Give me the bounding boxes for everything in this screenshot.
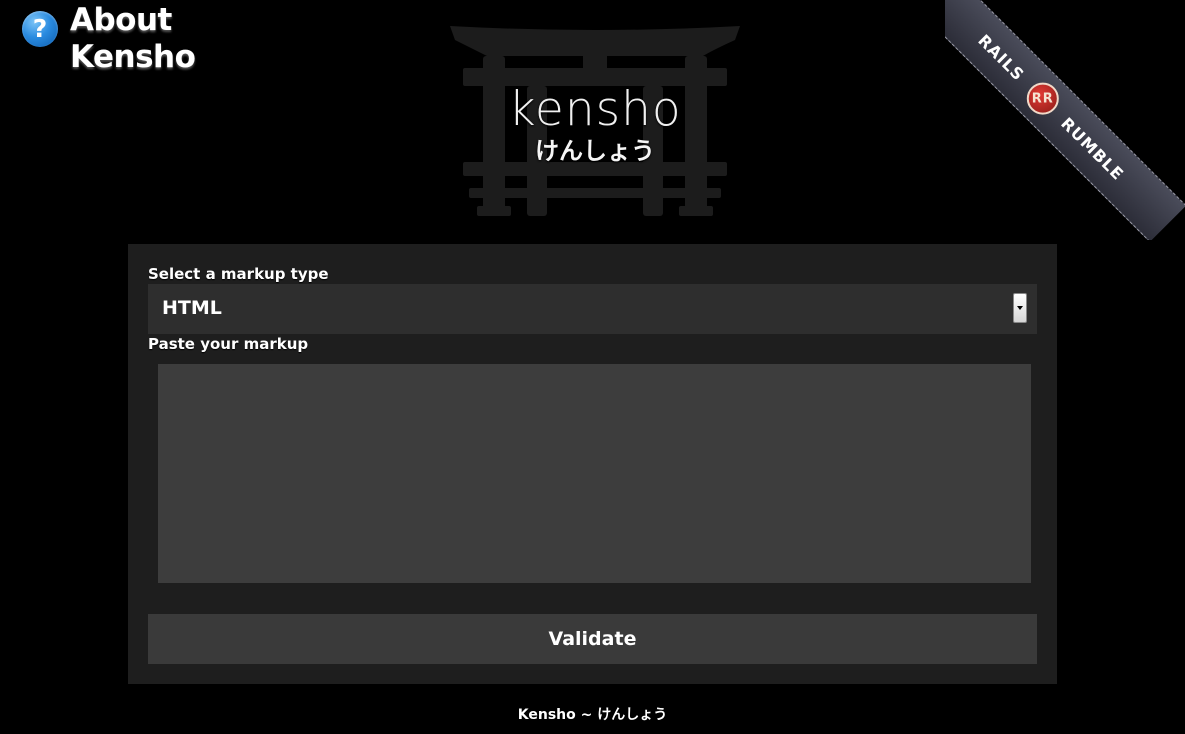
- ribbon-text-left: RAILS: [974, 30, 1029, 85]
- markup-type-value: HTML: [162, 297, 222, 319]
- about-label: About Kensho: [70, 2, 196, 76]
- page: ? About Kensho kensho けんしょう RAILS RR RUM…: [0, 0, 1185, 734]
- rails-rumble-ribbon[interactable]: RAILS RR RUMBLE: [945, 0, 1185, 240]
- logo-kana: けんしょう: [535, 137, 655, 165]
- chevron-down-icon[interactable]: [1013, 293, 1027, 323]
- rails-rumble-badge-icon: RR: [1027, 82, 1060, 115]
- about-label-line2: Kensho: [70, 39, 196, 75]
- footer-text: Kensho ~ けんしょう: [517, 707, 668, 723]
- ribbon-text-right: RUMBLE: [1057, 113, 1128, 184]
- paste-markup-label: Paste your markup: [148, 335, 309, 353]
- logo: kensho けんしょう: [445, 20, 745, 220]
- markup-type-select[interactable]: HTML: [148, 284, 1037, 334]
- markup-type-label: Select a markup type: [148, 265, 329, 283]
- about-label-line1: About: [70, 2, 172, 38]
- validate-button[interactable]: Validate: [148, 614, 1037, 664]
- validation-form: Select a markup type HTML Paste your mar…: [128, 244, 1057, 684]
- about-link[interactable]: ? About Kensho: [22, 2, 196, 76]
- logo-wordmark: kensho: [508, 82, 682, 137]
- markup-input[interactable]: [158, 364, 1031, 583]
- question-icon: ?: [22, 11, 58, 47]
- ribbon-container: RAILS RR RUMBLE: [945, 0, 1185, 240]
